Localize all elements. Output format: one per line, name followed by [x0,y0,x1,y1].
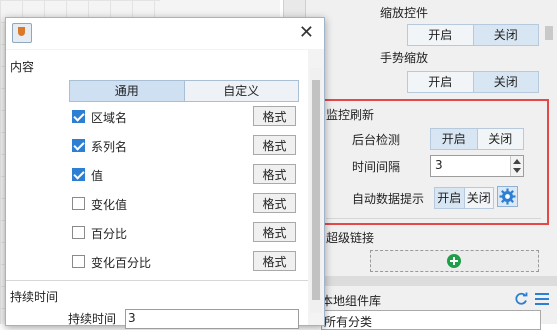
category-select-value: 所有分类 [324,315,373,329]
bg-check-off[interactable]: 关闭 [476,129,524,149]
item-label: 变化百分比 [91,256,152,270]
tab-general[interactable]: 通用 [70,81,185,101]
bg-check-on[interactable]: 开启 [431,129,477,149]
format-button[interactable]: 格式 [253,106,296,126]
auto-tip-off[interactable]: 关闭 [463,188,494,208]
format-button[interactable]: 格式 [253,164,296,184]
dialog-scrollbar[interactable] [310,68,322,313]
duration-section-title: 持续时间 [10,290,59,304]
dialog-titlebar[interactable]: ✕ [6,18,324,49]
tab-custom[interactable]: 自定义 [184,81,298,101]
auto-tip-settings-button[interactable] [497,186,518,207]
down-arrow-icon[interactable] [513,168,521,173]
checkbox-checked[interactable] [72,168,85,181]
item-label: 变化值 [91,198,128,212]
bg-check-label: 后台检测 [352,133,401,147]
add-icon [447,254,461,268]
divider [326,218,541,219]
gear-icon [499,188,516,205]
menu-icon[interactable] [535,293,549,305]
item-label: 区域名 [91,111,128,125]
dialog-scrollbar-thumb[interactable] [312,80,320,300]
content-section-title: 内容 [10,60,35,74]
format-button[interactable]: 格式 [253,222,296,242]
checkbox-unchecked[interactable] [72,197,85,210]
gesture-zoom-on[interactable]: 开启 [408,72,473,92]
zoom-control-on[interactable]: 开启 [408,25,473,45]
gesture-zoom-toggle[interactable]: 开启 关闭 [407,71,539,93]
format-button[interactable]: 格式 [253,193,296,213]
checkbox-checked[interactable] [72,110,85,123]
refresh-icon[interactable] [514,292,528,306]
item-label: 百分比 [91,227,128,241]
checkbox-unchecked[interactable] [72,226,85,239]
bg-check-toggle[interactable]: 开启 关闭 [430,128,524,150]
checkbox-unchecked[interactable] [72,255,85,268]
close-icon[interactable]: ✕ [299,22,314,43]
add-hyperlink-button[interactable] [370,250,539,272]
data-tip-dialog: ✕ 内容 通用 自定义 区域名 格式 系列名 格式 值 格式 变化值 格式 百分… [5,17,325,329]
auto-tip-label: 自动数据提示 [352,192,425,206]
gesture-zoom-label: 手势缩放 [380,51,429,65]
format-button[interactable]: 格式 [253,251,296,271]
format-button[interactable]: 格式 [253,135,296,155]
up-arrow-icon[interactable] [513,159,521,164]
interval-value[interactable]: 3 [435,158,443,172]
content-tabs[interactable]: 通用 自定义 [69,80,299,102]
panel-scrollbar-thumb[interactable] [545,26,553,40]
item-label: 值 [91,169,104,183]
interval-spinner[interactable]: 3 [430,155,524,177]
auto-tip-on[interactable]: 开启 [435,188,464,208]
duration-input[interactable]: 3 [125,309,299,329]
checkbox-checked[interactable] [72,139,85,152]
section-divider [6,280,308,281]
duration-label: 持续时间 [68,312,117,326]
zoom-control-off[interactable]: 关闭 [472,25,538,45]
monitor-refresh-title: 监控刷新 [326,108,375,122]
duration-value[interactable]: 3 [128,311,136,325]
auto-tip-toggle[interactable]: 开启 关闭 [434,187,494,209]
item-label: 系列名 [91,140,128,154]
java-app-icon [12,23,32,43]
local-lib-title: 本地组件库 [321,294,382,308]
panel-resize-bar[interactable] [305,276,557,286]
zoom-control-label: 缩放控件 [380,6,429,20]
gesture-zoom-off[interactable]: 关闭 [472,72,538,92]
zoom-control-toggle[interactable]: 开启 关闭 [407,24,539,46]
category-select[interactable]: 所有分类 [321,310,541,330]
interval-label: 时间间隔 [352,160,401,174]
hyperlink-title: 超级链接 [326,231,375,245]
interval-stepper[interactable] [510,156,523,176]
